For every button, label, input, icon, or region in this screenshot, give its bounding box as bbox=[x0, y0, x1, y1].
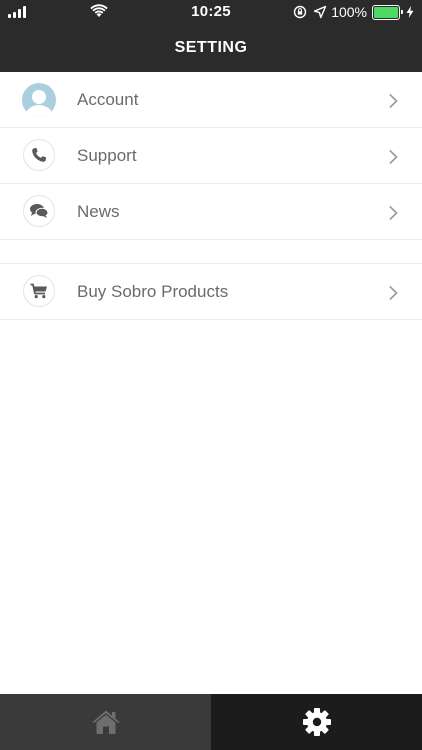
avatar-icon bbox=[22, 83, 56, 117]
chevron-right-icon bbox=[389, 205, 398, 221]
menu-item-news[interactable]: News bbox=[0, 184, 422, 240]
page-title: SETTING bbox=[174, 39, 248, 56]
charging-bolt-icon bbox=[406, 6, 414, 18]
menu-item-label: News bbox=[77, 201, 120, 221]
chevron-right-icon bbox=[389, 149, 398, 165]
menu-item-label: Support bbox=[77, 145, 137, 165]
menu-item-support[interactable]: Support bbox=[0, 128, 422, 184]
nav-bar: SETTING bbox=[0, 24, 422, 72]
tab-settings[interactable] bbox=[211, 694, 422, 750]
menu-item-account[interactable]: Account bbox=[0, 72, 422, 128]
chat-icon bbox=[23, 195, 55, 227]
battery-percent: 100% bbox=[331, 4, 367, 20]
tab-bar bbox=[0, 694, 422, 750]
tab-home[interactable] bbox=[0, 694, 211, 750]
chevron-right-icon bbox=[389, 93, 398, 109]
orientation-lock-icon bbox=[293, 5, 307, 19]
section-spacer bbox=[0, 240, 422, 264]
battery-icon bbox=[372, 4, 403, 20]
menu-item-label: Buy Sobro Products bbox=[77, 281, 229, 301]
phone-icon bbox=[23, 139, 55, 171]
home-icon bbox=[91, 710, 120, 734]
location-arrow-icon bbox=[313, 5, 327, 19]
cart-icon bbox=[23, 275, 55, 307]
menu-item-buy-products[interactable]: Buy Sobro Products bbox=[0, 264, 422, 320]
settings-menu: Account Support News Buy Sobro Products bbox=[0, 72, 422, 320]
chevron-right-icon bbox=[389, 285, 398, 301]
status-bar: 10:25 100% bbox=[0, 0, 422, 24]
menu-item-label: Account bbox=[77, 89, 139, 109]
gear-icon bbox=[302, 708, 331, 736]
